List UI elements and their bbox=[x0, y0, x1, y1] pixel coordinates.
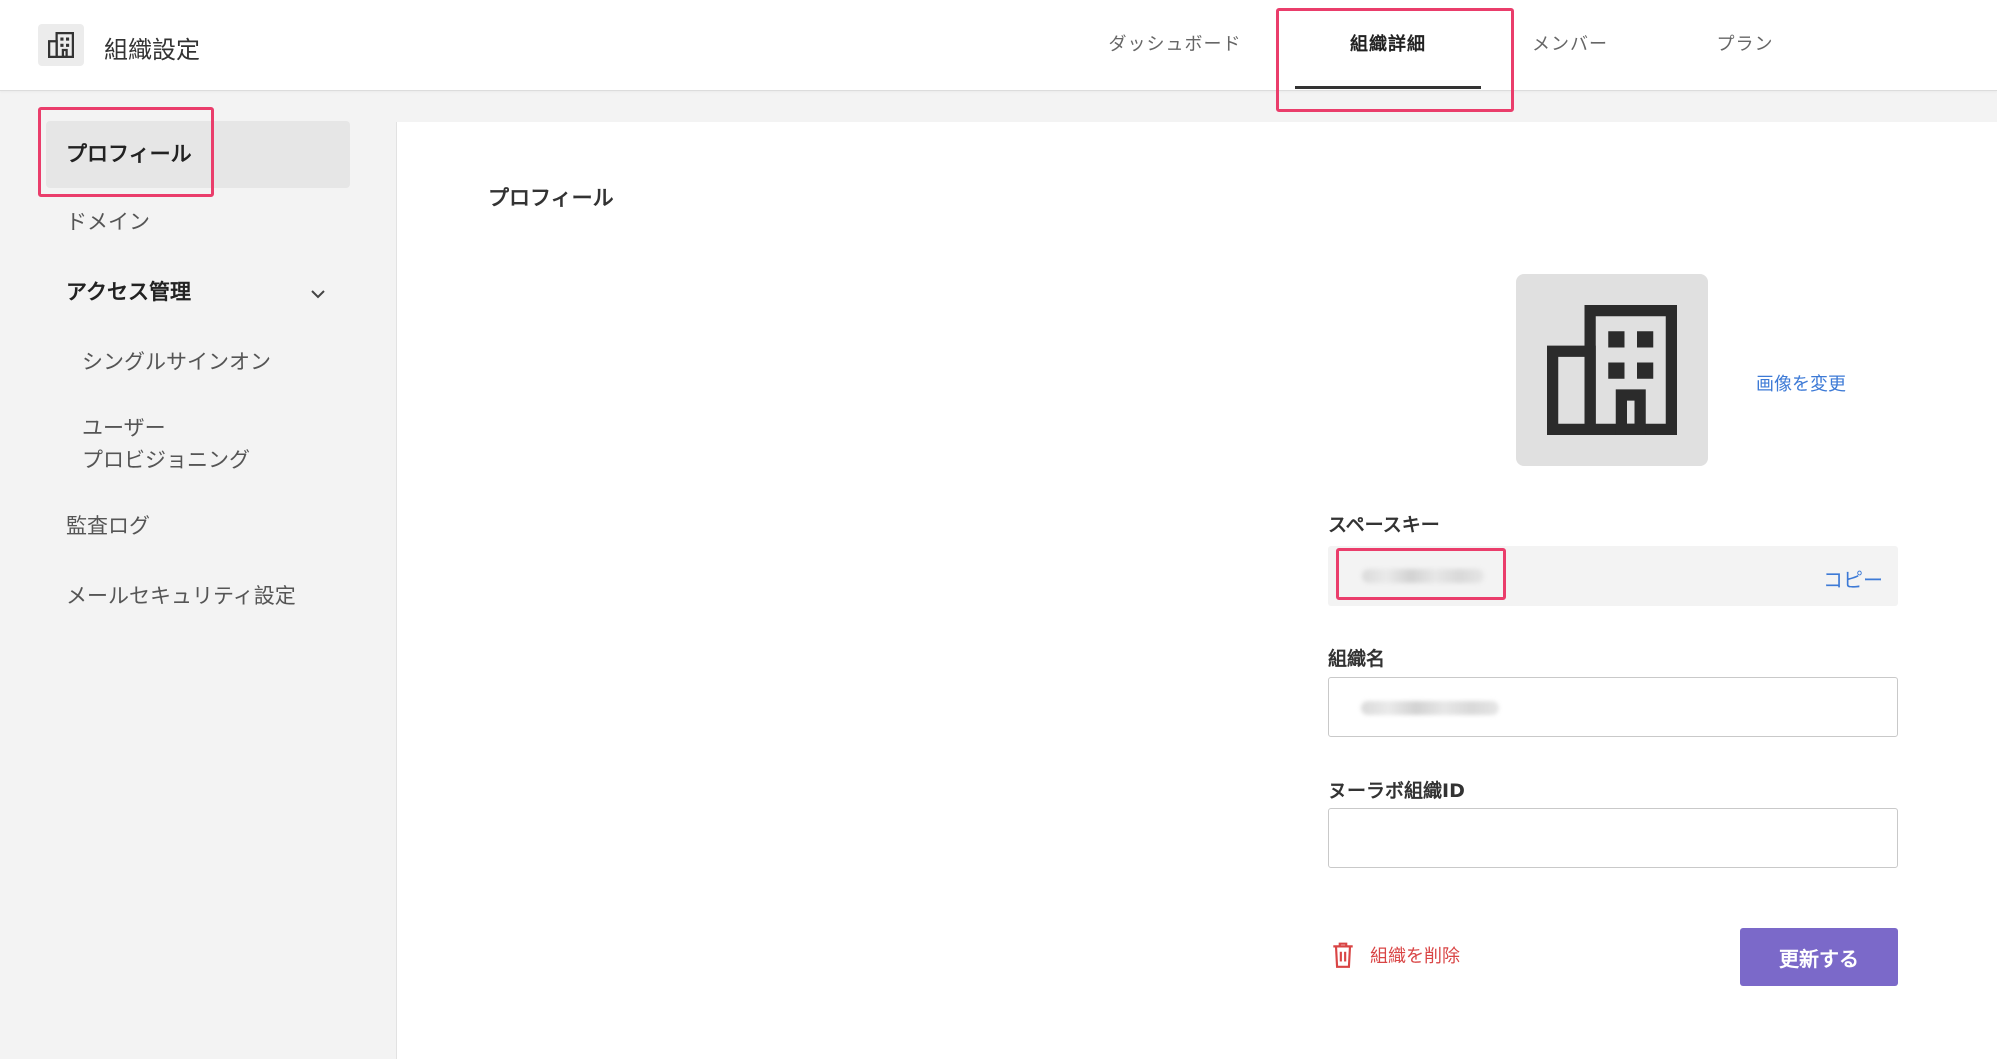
sidebar-item-label-line1: ユーザー bbox=[82, 416, 166, 440]
building-icon bbox=[38, 24, 84, 66]
org-name-value bbox=[1361, 701, 1499, 715]
sidebar-item-sso[interactable]: シングルサインオン bbox=[82, 346, 271, 378]
delete-org-label: 組織を削除 bbox=[1370, 946, 1460, 967]
sidebar-item-user-provisioning[interactable]: ユーザー プロビジョニング bbox=[82, 412, 250, 476]
page-title: 組織設定 bbox=[104, 36, 200, 64]
trash-icon bbox=[1333, 942, 1353, 968]
nulab-org-id-input[interactable] bbox=[1328, 808, 1898, 868]
tab-members[interactable]: メンバー bbox=[1520, 30, 1620, 56]
chevron-down-icon[interactable] bbox=[308, 284, 328, 304]
sidebar-item-audit-log[interactable]: 監査ログ bbox=[66, 510, 150, 542]
building-icon bbox=[1547, 305, 1677, 435]
sidebar bbox=[0, 91, 380, 1059]
highlight-box-profile bbox=[38, 107, 214, 197]
highlight-box-tab bbox=[1276, 8, 1514, 112]
highlight-box-space-key bbox=[1336, 548, 1506, 600]
sidebar-item-domain[interactable]: ドメイン bbox=[66, 206, 150, 238]
nulab-org-id-label: ヌーラボ組織ID bbox=[1328, 780, 1465, 802]
top-bar: 組織設定 ダッシュボード 組織詳細 メンバー プラン bbox=[0, 0, 1997, 91]
delete-org-button[interactable]: 組織を削除 bbox=[1330, 940, 1460, 970]
update-button[interactable]: 更新する bbox=[1740, 928, 1898, 986]
sidebar-item-label-line2: プロビジョニング bbox=[82, 448, 250, 472]
org-image bbox=[1516, 274, 1708, 466]
space-key-label: スペースキー bbox=[1328, 514, 1440, 536]
section-title: プロフィール bbox=[488, 186, 614, 210]
tab-dashboard[interactable]: ダッシュボード bbox=[1100, 30, 1250, 56]
change-image-link[interactable]: 画像を変更 bbox=[1756, 370, 1846, 396]
copy-button[interactable]: コピー bbox=[1823, 564, 1883, 593]
org-name-label: 組織名 bbox=[1328, 648, 1386, 670]
org-name-input[interactable] bbox=[1328, 677, 1898, 737]
sidebar-item-mail-security[interactable]: メールセキュリティ設定 bbox=[66, 580, 296, 612]
sidebar-item-access-management[interactable]: アクセス管理 bbox=[66, 276, 191, 308]
tab-plan[interactable]: プラン bbox=[1700, 30, 1790, 56]
